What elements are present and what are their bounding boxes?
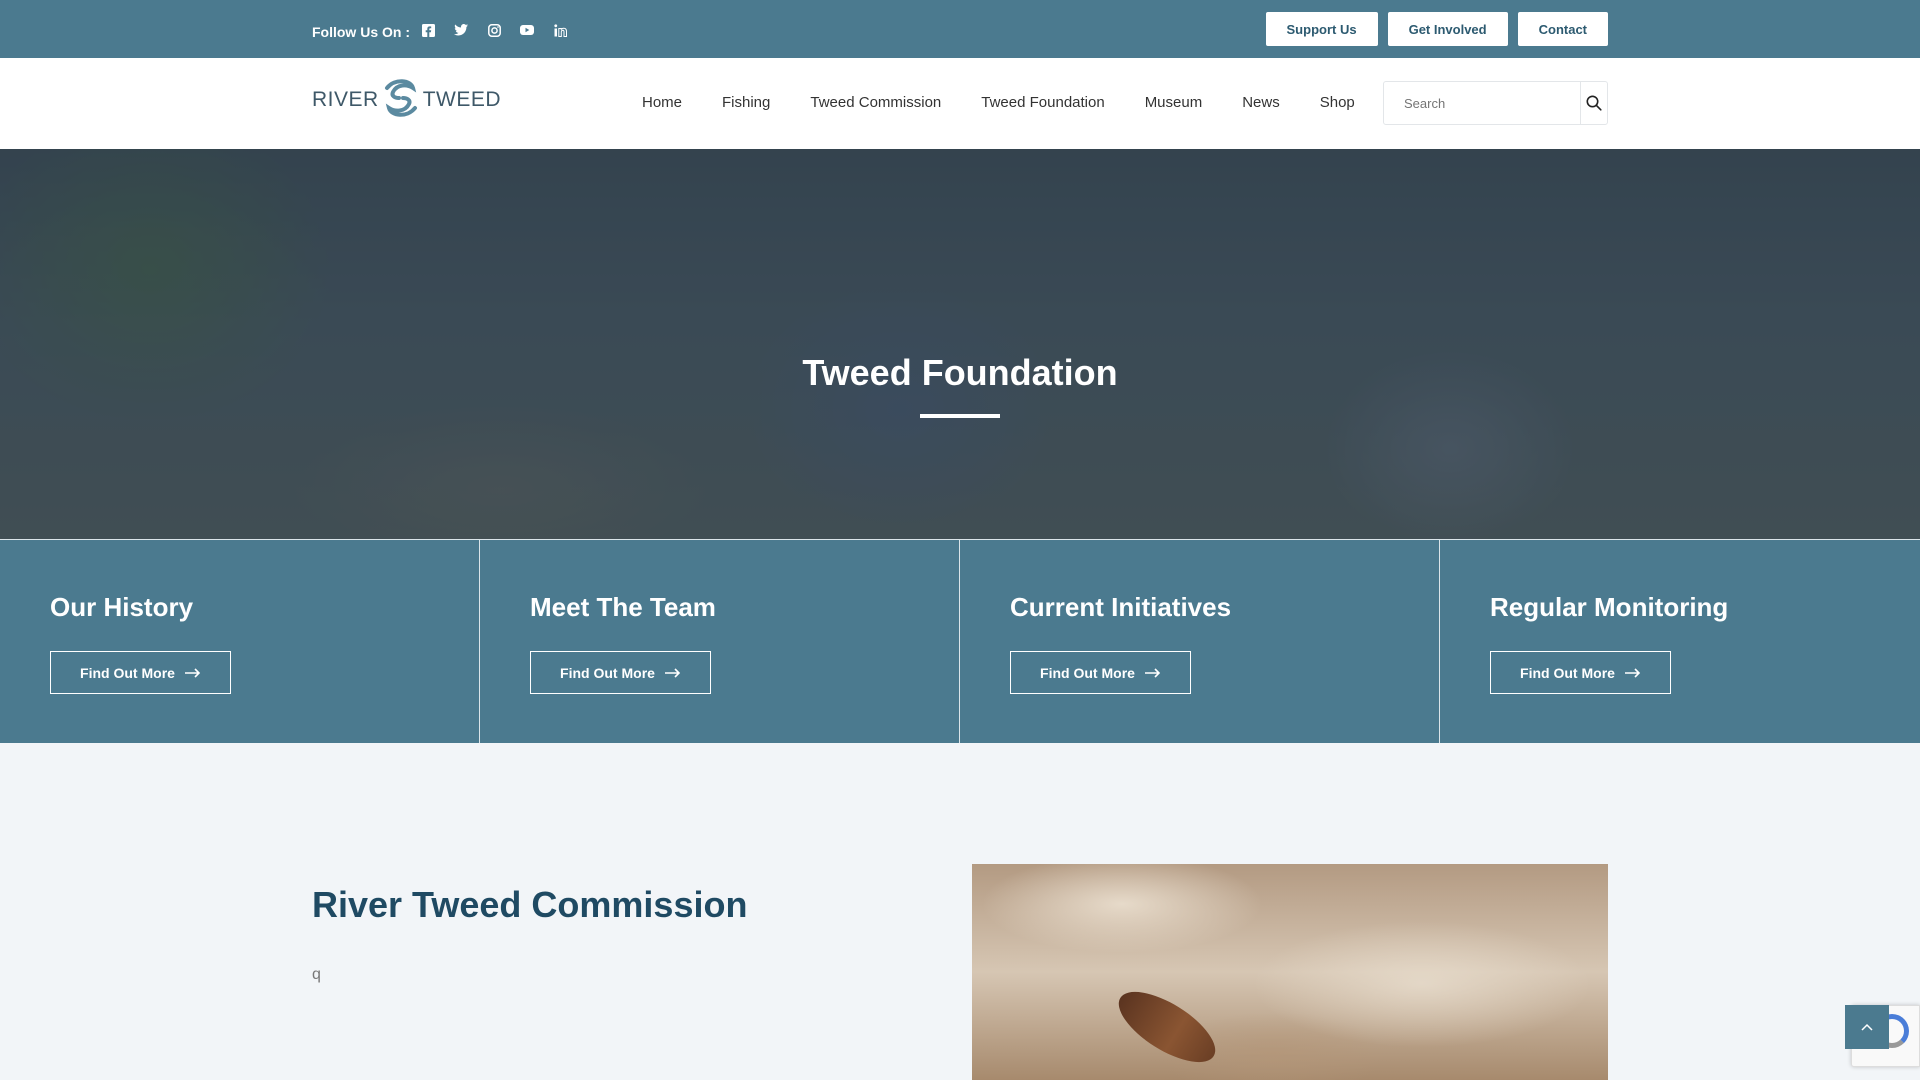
- support-us-button[interactable]: Support Us: [1265, 12, 1378, 46]
- commission-section: River Tweed Commission q: [0, 743, 1920, 1080]
- salmon-photo: [972, 864, 1608, 1080]
- follow-us-label: Follow Us On :: [312, 24, 410, 40]
- card-title: Our History: [50, 592, 194, 622]
- find-out-more-button[interactable]: Find Out More: [1490, 651, 1671, 694]
- nav-item-fishing[interactable]: Fishing: [722, 94, 770, 111]
- top-bar: Follow Us On : Support Us Get Involved C…: [0, 0, 1920, 58]
- youtube-icon[interactable]: [519, 22, 535, 38]
- arrow-right-icon: [184, 667, 201, 678]
- button-label: Find Out More: [560, 664, 655, 681]
- card-title: Meet The Team: [530, 592, 716, 622]
- feature-cards: Our History Find Out More Meet The Team …: [0, 539, 1920, 743]
- find-out-more-button[interactable]: Find Out More: [1010, 651, 1191, 694]
- arrow-right-icon: [1624, 667, 1641, 678]
- social-links: [420, 22, 568, 38]
- nav-item-museum[interactable]: Museum: [1145, 94, 1203, 111]
- nav-item-tweed-foundation[interactable]: Tweed Foundation: [981, 94, 1104, 111]
- hero-underline: [920, 414, 1000, 418]
- card-title: Current Initiatives: [1010, 592, 1232, 622]
- fish-logo-icon: [384, 79, 417, 117]
- salmon-image: [1108, 978, 1226, 1076]
- search-button[interactable]: [1580, 82, 1607, 124]
- card-current-initiatives: Current Initiatives Find Out More: [960, 539, 1440, 743]
- logo-text-tweed: TWEED: [422, 88, 502, 111]
- card-our-history: Our History Find Out More: [0, 539, 480, 743]
- logo-text-river: RIVER: [312, 88, 379, 111]
- linkedin-icon[interactable]: [552, 22, 568, 38]
- nav-item-tweed-commission[interactable]: Tweed Commission: [810, 94, 941, 111]
- button-label: Find Out More: [1520, 664, 1615, 681]
- nav-menu: Home Fishing Tweed Commission Tweed Foun…: [642, 94, 1355, 111]
- arrow-right-icon: [664, 667, 681, 678]
- scroll-to-top-button[interactable]: [1845, 1005, 1889, 1049]
- card-regular-monitoring: Regular Monitoring Find Out More: [1440, 539, 1920, 743]
- twitter-icon[interactable]: [453, 22, 469, 38]
- card-meet-the-team: Meet The Team Find Out More: [480, 539, 960, 743]
- contact-button[interactable]: Contact: [1517, 12, 1608, 46]
- arrow-right-icon: [1144, 667, 1161, 678]
- hero-title: Tweed Foundation: [802, 352, 1118, 393]
- chevron-up-icon: [1861, 1023, 1873, 1031]
- search-icon: [1586, 95, 1602, 111]
- button-label: Find Out More: [1040, 664, 1135, 681]
- card-title: Regular Monitoring: [1490, 592, 1729, 622]
- facebook-icon[interactable]: [420, 22, 436, 38]
- button-label: Find Out More: [80, 664, 175, 681]
- nav-item-home[interactable]: Home: [642, 94, 682, 111]
- section-text: q: [312, 966, 321, 983]
- instagram-icon[interactable]: [486, 22, 502, 38]
- search-input[interactable]: [1384, 82, 1580, 124]
- search-box: [1383, 81, 1608, 125]
- hero-banner: Tweed Foundation: [0, 149, 1920, 539]
- main-nav: RIVER TWEED Home Fishing Tweed Commissio…: [0, 58, 1920, 149]
- find-out-more-button[interactable]: Find Out More: [530, 651, 711, 694]
- nav-item-news[interactable]: News: [1242, 94, 1280, 111]
- find-out-more-button[interactable]: Find Out More: [50, 651, 231, 694]
- top-buttons: Support Us Get Involved Contact: [1265, 12, 1608, 46]
- nav-item-shop[interactable]: Shop: [1320, 94, 1355, 111]
- get-involved-button[interactable]: Get Involved: [1387, 12, 1508, 46]
- section-title: River Tweed Commission: [312, 884, 748, 925]
- site-logo[interactable]: RIVER TWEED: [312, 79, 502, 118]
